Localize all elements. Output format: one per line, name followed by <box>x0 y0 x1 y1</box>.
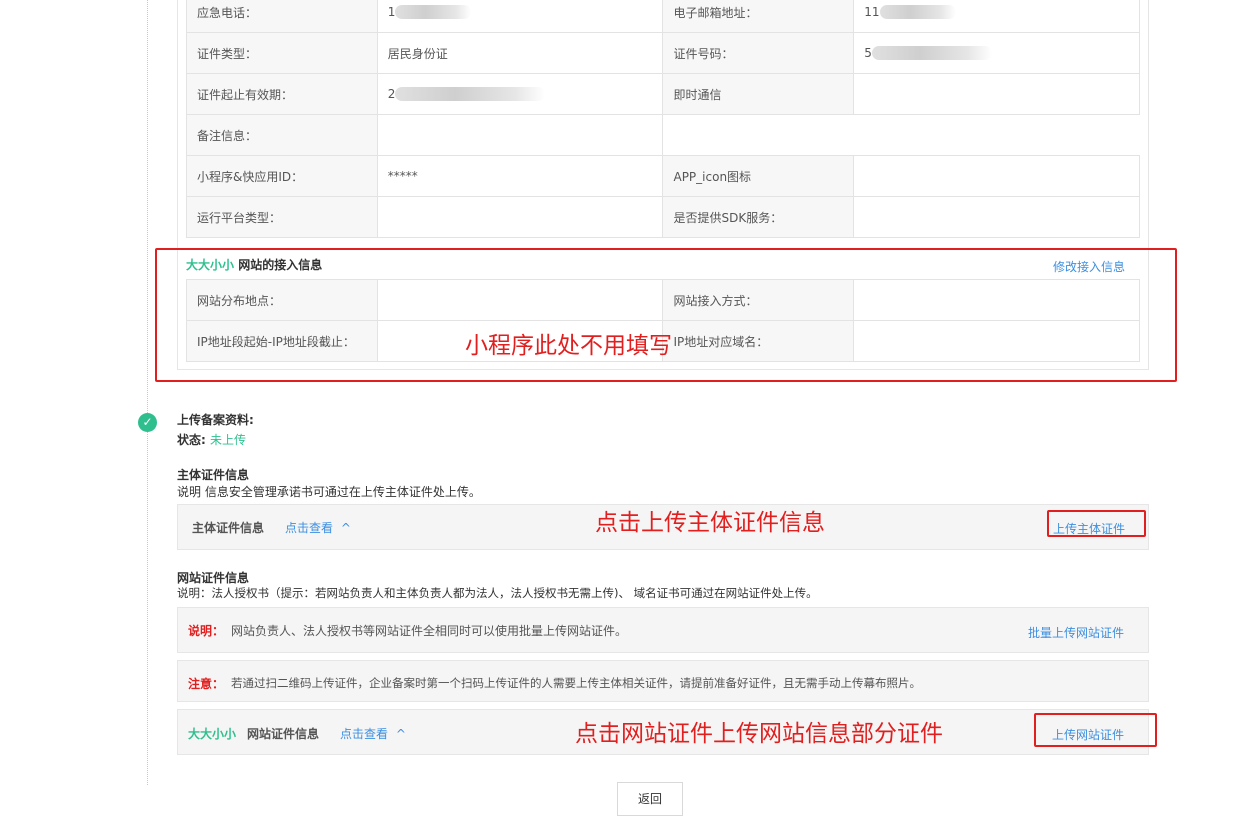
id-type-label: 证件类型： <box>186 32 378 74</box>
email-value: 11 <box>853 0 1140 33</box>
id-number-label: 证件号码： <box>662 32 855 74</box>
warn-label: 注意： <box>188 677 225 691</box>
contact-info-table: 应急电话： 1 电子邮箱地址： 11 证件类型： 居民身份证 证件号码： 5 证… <box>186 0 1140 238</box>
site-cert-title: 网站证件信息 <box>177 571 250 585</box>
status-badge: 未上传 <box>210 433 247 447</box>
remark-empty-cell <box>662 114 1140 156</box>
table-row: 运行平台类型： 是否提供SDK服务： <box>186 196 1140 238</box>
chevron-up-icon: ^ <box>395 727 406 741</box>
sdk-service-value <box>853 196 1140 238</box>
note-text: 网站负责人、法人授权书等网站证件全相同时可以使用批量上传网站证件。 <box>231 624 628 638</box>
email-label: 电子邮箱地址： <box>662 0 855 33</box>
upload-status: 状态: 未上传 <box>177 431 246 448</box>
site-view-link[interactable]: 点击查看 ^ <box>340 725 406 742</box>
table-row: 小程序&快应用ID： ***** APP_icon图标 <box>186 155 1140 197</box>
chevron-up-icon: ^ <box>340 521 351 535</box>
annotation-box-upload-site <box>1034 713 1157 747</box>
redacted-blur <box>879 5 956 20</box>
redacted-blur <box>871 46 992 61</box>
mini-program-id-value: ***** <box>376 155 664 197</box>
id-validity-label: 证件起止有效期： <box>186 73 378 115</box>
site-cert-site-name: 大大小小 <box>188 727 237 741</box>
annotation-box-access <box>155 248 1177 382</box>
table-row: 备注信息： <box>186 114 1140 156</box>
annotation-box-upload-subject <box>1047 510 1146 537</box>
warning-panel: 注意： 若通过扫二维码上传证件，企业备案时第一个扫码上传证件的人需要上传主体相关… <box>177 660 1149 702</box>
table-row: 证件类型： 居民身份证 证件号码： 5 <box>186 32 1140 74</box>
id-number-value: 5 <box>853 32 1140 74</box>
sdk-service-label: 是否提供SDK服务： <box>662 196 855 238</box>
im-value <box>853 73 1140 115</box>
annotation-upload-site: 点击网站证件上传网站信息部分证件 <box>575 721 943 747</box>
emergency-phone-label: 应急电话： <box>186 0 378 33</box>
id-validity-value: 2 <box>376 73 664 115</box>
remark-label: 备注信息： <box>186 114 378 156</box>
timeline-line <box>147 0 148 785</box>
table-row: 证件起止有效期： 2 即时通信 <box>186 73 1140 115</box>
site-cert-desc: 说明：法人授权书（提示：若网站负责人和主体负责人都为法人，法人授权书无需上传)、… <box>177 586 818 600</box>
subject-view-link[interactable]: 点击查看 ^ <box>285 519 351 536</box>
app-icon-value <box>853 155 1140 197</box>
mini-program-id-label: 小程序&快应用ID： <box>186 155 378 197</box>
batch-upload-link[interactable]: 批量上传网站证件 <box>1028 624 1124 641</box>
annotation-upload-subject: 点击上传主体证件信息 <box>595 510 825 536</box>
id-type-value: 居民身份证 <box>376 32 664 74</box>
back-button[interactable]: 返回 <box>617 782 683 816</box>
warn-text: 若通过扫二维码上传证件，企业备案时第一个扫码上传证件的人需要上传主体相关证件，请… <box>231 676 921 690</box>
status-label: 状态: <box>177 433 206 447</box>
remark-value <box>376 114 664 156</box>
redacted-blur <box>395 5 472 20</box>
emergency-phone-value: 1 <box>376 0 664 33</box>
check-circle-icon: ✓ <box>138 413 157 432</box>
app-icon-label: APP_icon图标 <box>662 155 855 197</box>
subject-cert-title: 主体证件信息 <box>177 468 250 482</box>
redacted-blur <box>395 87 546 102</box>
platform-type-label: 运行平台类型： <box>186 196 378 238</box>
subject-cert-panel-label: 主体证件信息 <box>192 521 265 535</box>
batch-note-panel: 说明： 网站负责人、法人授权书等网站证件全相同时可以使用批量上传网站证件。 批量… <box>177 607 1149 653</box>
annotation-mini-program: 小程序此处不用填写 <box>465 333 672 359</box>
table-row: 应急电话： 1 电子邮箱地址： 11 <box>186 0 1140 33</box>
im-label: 即时通信 <box>662 73 855 115</box>
upload-title: 上传备案资料: <box>177 413 254 427</box>
subject-cert-desc: 说明 信息安全管理承诺书可通过在上传主体证件处上传。 <box>177 485 481 499</box>
platform-type-value <box>376 196 664 238</box>
note-label: 说明： <box>188 624 225 638</box>
site-cert-panel-label: 网站证件信息 <box>247 727 320 741</box>
